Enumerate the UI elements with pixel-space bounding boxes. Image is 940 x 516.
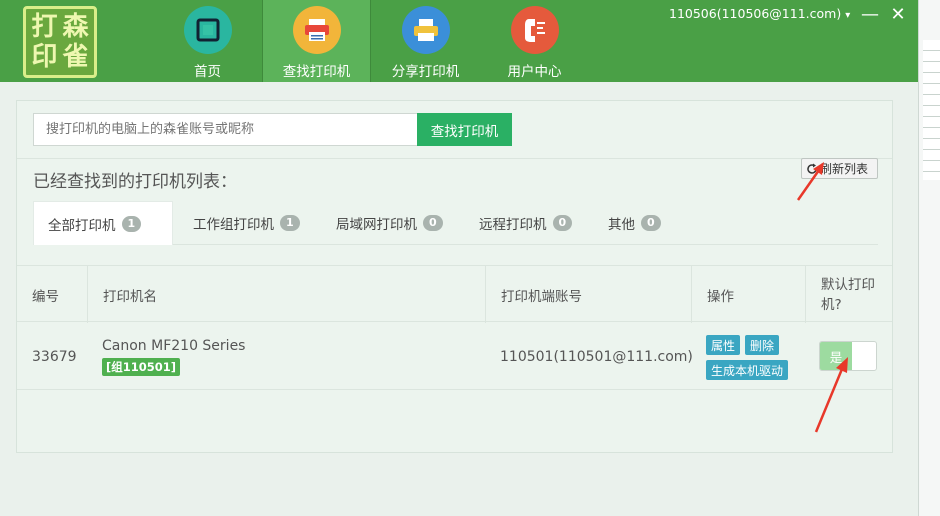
properties-button[interactable]: 属性 bbox=[706, 335, 741, 355]
tab-label: 工作组打印机 bbox=[193, 217, 274, 233]
find-printer-button[interactable]: 查找打印机 bbox=[417, 113, 512, 146]
nav-tab-find-printer[interactable]: 查找打印机 bbox=[262, 0, 371, 82]
user-account-label: 110506(110506@111.com) bbox=[669, 6, 842, 21]
printer-id: 33679 bbox=[32, 348, 77, 365]
column-header-name: 打印机名 bbox=[87, 266, 485, 323]
count-badge: 0 bbox=[552, 215, 573, 231]
search-panel: 查找打印机 已经查找到的打印机列表： 刷新列表 全部打印机 1 工作组打印机 1… bbox=[16, 100, 893, 453]
tab-label: 其他 bbox=[608, 217, 635, 233]
tab-label: 远程打印机 bbox=[479, 217, 547, 233]
annotation-arrow-icon bbox=[796, 162, 824, 201]
nav-tab-user-center[interactable]: 用户中心 bbox=[480, 0, 589, 82]
count-badge: 0 bbox=[641, 215, 661, 231]
column-header-default-line: 默认打印 bbox=[821, 276, 875, 293]
column-header-default: 默认打印 机? bbox=[805, 266, 892, 323]
logo-char: 打 bbox=[31, 12, 58, 42]
nav-label: 查找打印机 bbox=[282, 64, 351, 80]
tab-label: 全部打印机 bbox=[48, 217, 116, 234]
close-button[interactable]: ✕ bbox=[886, 4, 910, 25]
find-printer-icon bbox=[292, 6, 341, 54]
background-grid bbox=[923, 40, 940, 180]
printer-name-cell: Canon MF210 Series [组110501] bbox=[102, 323, 245, 390]
nav-label: 用户中心 bbox=[507, 64, 562, 80]
logo-char: 印 bbox=[31, 42, 58, 72]
generate-driver-button[interactable]: 生成本机驱动 bbox=[706, 360, 789, 380]
title-bar: 打 森 印 雀 首页 查找打印机 分享打印机 用户中心 110506(11050… bbox=[0, 0, 918, 82]
logo-char: 雀 bbox=[62, 42, 89, 72]
column-header-account: 打印机端账号 bbox=[485, 266, 691, 323]
nav-label: 首页 bbox=[194, 64, 221, 80]
tab-workgroup-printers[interactable]: 工作组打印机 1 bbox=[179, 201, 314, 245]
column-header-id: 编号 bbox=[32, 288, 59, 305]
table-header: 编号 打印机名 打印机端账号 操作 默认打印 机? bbox=[17, 265, 892, 323]
printer-filter-tabs: 全部打印机 1 工作组打印机 1 局域网打印机 0 远程打印机 0 其他 0 bbox=[33, 201, 878, 245]
count-badge: 0 bbox=[423, 215, 443, 231]
tab-lan-printers[interactable]: 局域网打印机 0 bbox=[322, 201, 457, 245]
printer-name: Canon MF210 Series bbox=[102, 337, 246, 354]
tab-all-printers[interactable]: 全部打印机 1 bbox=[33, 201, 173, 245]
minimize-button[interactable]: — bbox=[858, 4, 882, 25]
nav-tab-home[interactable]: 首页 bbox=[153, 0, 262, 82]
refresh-label: 刷新列表 bbox=[820, 162, 869, 176]
column-header-default-line: 机? bbox=[821, 296, 842, 313]
delete-button[interactable]: 删除 bbox=[745, 335, 780, 355]
tab-label: 局域网打印机 bbox=[336, 217, 417, 233]
group-tag: [组110501] bbox=[102, 357, 181, 376]
user-account-menu[interactable]: 110506(110506@111.com) ▾ bbox=[669, 6, 850, 21]
home-icon bbox=[183, 6, 232, 54]
column-header-operations: 操作 bbox=[691, 266, 805, 323]
nav-label: 分享打印机 bbox=[391, 64, 460, 80]
background-app-strip bbox=[918, 0, 940, 516]
search-input[interactable] bbox=[33, 113, 418, 146]
nav-tab-share-printer[interactable]: 分享打印机 bbox=[371, 0, 480, 82]
count-badge: 1 bbox=[280, 215, 300, 231]
count-badge: 1 bbox=[121, 215, 142, 232]
tab-other-printers[interactable]: 其他 0 bbox=[594, 201, 675, 245]
chevron-down-icon: ▾ bbox=[845, 10, 851, 21]
annotation-arrow-icon bbox=[814, 357, 848, 433]
divider bbox=[17, 158, 892, 159]
printer-account: 110501(110501@111.com) bbox=[500, 348, 693, 365]
share-printer-icon bbox=[401, 6, 450, 54]
tab-remote-printers[interactable]: 远程打印机 0 bbox=[465, 201, 586, 245]
app-window: 打 森 印 雀 首页 查找打印机 分享打印机 用户中心 110506(11050… bbox=[0, 0, 918, 516]
app-logo: 打 森 印 雀 bbox=[23, 6, 97, 78]
user-center-icon bbox=[510, 6, 559, 54]
list-title: 已经查找到的打印机列表： bbox=[33, 172, 237, 192]
table-row: 33679 Canon MF210 Series [组110501] 11050… bbox=[17, 323, 892, 390]
logo-char: 森 bbox=[62, 12, 89, 42]
